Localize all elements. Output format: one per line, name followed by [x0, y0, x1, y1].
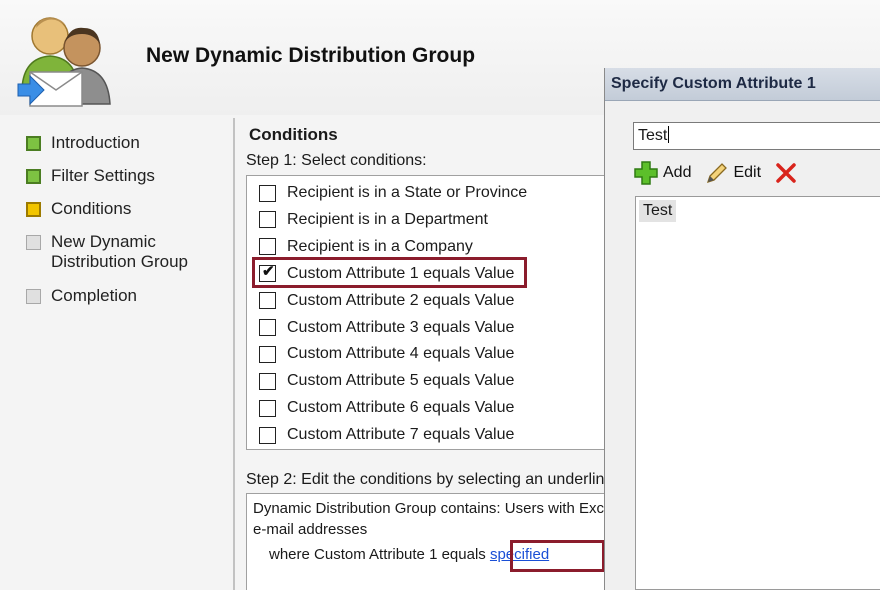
attribute-values-list[interactable]: Test [635, 196, 880, 590]
edit-button-label: Edit [733, 164, 762, 181]
condition-label: Recipient is in a Department [287, 210, 488, 228]
conditions-list[interactable]: Recipient is in a State or Province Recip… [246, 175, 616, 450]
users-mail-icon [17, 17, 111, 107]
description-line: e-mail addresses [253, 521, 368, 538]
dialog-toolbar: Add Edit [633, 160, 815, 186]
condition-checkbox[interactable] [259, 292, 276, 310]
nav-step-label-line1: New Dynamic [51, 232, 156, 251]
condition-checkbox[interactable] [259, 319, 276, 336]
red-x-icon [776, 163, 796, 183]
list-item[interactable]: Test [639, 200, 677, 222]
input-value: Test [638, 127, 668, 144]
nav-step-introduction[interactable]: Introduction [26, 133, 140, 153]
step-pending-icon [26, 289, 41, 304]
condition-label: Custom Attribute 5 equals Value [287, 372, 515, 390]
green-plus-icon [634, 161, 658, 185]
condition-label: Custom Attribute 3 equals Value [287, 318, 515, 336]
description-where-clause: where Custom Attribute 1 equals specifie… [269, 546, 549, 563]
conditions-heading: Conditions [249, 125, 338, 144]
condition-row[interactable]: Custom Attribute 5 equals Value [247, 368, 514, 394]
condition-row[interactable]: Custom Attribute 2 equals Value [247, 288, 514, 314]
attribute-value-input[interactable]: Test [633, 122, 880, 150]
step-current-icon [26, 202, 41, 217]
specified-link-highlight [510, 540, 605, 572]
nav-step-label: New Dynamic Distribution Group [51, 232, 188, 272]
edit-button[interactable]: Edit [705, 161, 761, 185]
wizard-steps-nav: Introduction Filter Settings Conditions … [0, 115, 232, 590]
condition-checkbox[interactable] [259, 211, 276, 229]
condition-checkbox[interactable] [259, 399, 276, 417]
condition-label: Custom Attribute 6 equals Value [287, 399, 515, 417]
condition-checkbox[interactable] [259, 372, 276, 390]
nav-step-new-dynamic-distribution-group[interactable]: New Dynamic Distribution Group [26, 232, 188, 272]
step1-label: Step 1: Select conditions: [246, 152, 427, 169]
nav-step-label-line2: Distribution Group [51, 252, 189, 271]
nav-step-conditions[interactable]: Conditions [26, 199, 131, 219]
step-complete-icon [26, 136, 41, 151]
text-caret [668, 126, 670, 143]
nav-step-label: Filter Settings [51, 166, 155, 185]
dialog-titlebar[interactable]: Specify Custom Attribute 1 [605, 68, 880, 101]
checked-condition-highlight [252, 257, 527, 288]
condition-row[interactable]: Recipient is in a Department [247, 207, 488, 233]
condition-row[interactable]: Custom Attribute 4 equals Value [247, 341, 514, 367]
condition-checkbox[interactable] [259, 345, 276, 363]
condition-checkbox[interactable] [259, 426, 276, 444]
conditions-panel: Conditions Step 1: Select conditions: Re… [236, 115, 669, 590]
condition-row[interactable]: Custom Attribute 3 equals Value [247, 315, 514, 341]
description-where-text: where Custom Attribute 1 equals [269, 546, 490, 563]
step-complete-icon [26, 169, 41, 184]
condition-label: Custom Attribute 7 equals Value [287, 426, 515, 444]
wizard-title: New Dynamic Distribution Group [146, 44, 476, 67]
dialog-title: Specify Custom Attribute 1 [611, 75, 816, 92]
condition-label: Custom Attribute 2 equals Value [287, 291, 515, 309]
add-button[interactable]: Add [633, 160, 691, 186]
nav-step-completion[interactable]: Completion [26, 286, 137, 306]
condition-row[interactable]: Recipient is in a State or Province [247, 180, 527, 206]
specify-custom-attribute-dialog: Specify Custom Attribute 1 Test Add Edit… [604, 68, 880, 590]
delete-button[interactable] [775, 162, 801, 184]
step-pending-icon [26, 235, 41, 250]
nav-step-label: Completion [51, 286, 137, 305]
add-button-label: Add [663, 164, 692, 181]
condition-label: Recipient is in a State or Province [287, 184, 528, 201]
condition-checkbox[interactable] [259, 184, 276, 202]
condition-checkbox[interactable] [259, 238, 276, 256]
description-line: Dynamic Distribution Group contains: Use… [253, 500, 615, 517]
nav-step-label: Introduction [51, 133, 140, 152]
condition-row[interactable]: Custom Attribute 7 equals Value [247, 422, 514, 448]
nav-step-label: Conditions [51, 199, 132, 218]
condition-row[interactable]: Recipient is in a Company [247, 234, 473, 260]
condition-label: Recipient is in a Company [287, 237, 473, 255]
nav-step-filter-settings[interactable]: Filter Settings [26, 166, 155, 186]
nav-divider [233, 118, 235, 590]
condition-label: Custom Attribute 4 equals Value [287, 345, 515, 363]
condition-row[interactable]: Custom Attribute 6 equals Value [247, 395, 514, 421]
pencil-icon [707, 163, 728, 184]
